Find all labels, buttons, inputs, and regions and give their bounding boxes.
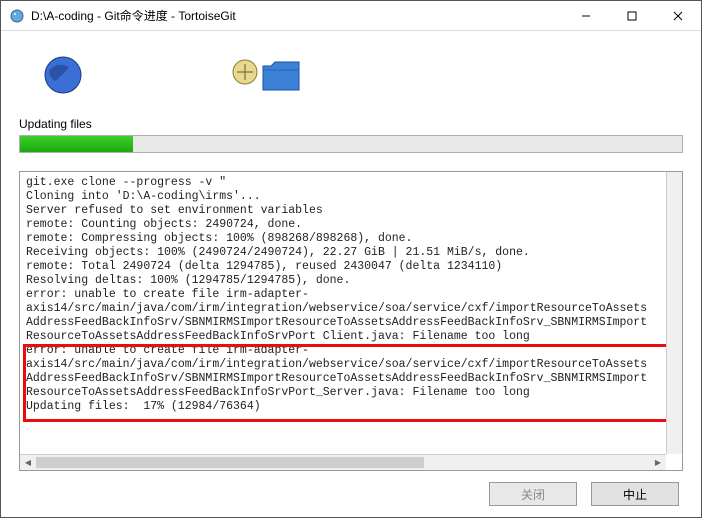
window-title: D:\A-coding - Git命令进度 - TortoiseGit <box>31 7 563 24</box>
close-button: 关闭 <box>489 482 577 506</box>
dialog-window: D:\A-coding - Git命令进度 - TortoiseGit Upda… <box>0 0 702 518</box>
content-area: Updating files git.exe clone --progress … <box>1 31 701 517</box>
log-output[interactable]: git.exe clone --progress -v " Cloning in… <box>19 171 683 471</box>
horizontal-scrollbar[interactable]: ◀ ▶ <box>20 454 666 470</box>
scroll-thumb[interactable] <box>36 457 424 468</box>
tortoisegit-icon <box>9 8 25 24</box>
status-label: Updating files <box>19 117 683 131</box>
abort-button[interactable]: 中止 <box>591 482 679 506</box>
minimize-button[interactable] <box>563 1 609 30</box>
log-text: git.exe clone --progress -v " Cloning in… <box>22 174 680 416</box>
progress-bar <box>19 135 683 153</box>
icon-row <box>19 41 683 111</box>
folder-transfer-icon <box>227 50 307 103</box>
button-row: 关闭 中止 <box>19 471 683 517</box>
maximize-button[interactable] <box>609 1 655 30</box>
scroll-left-icon[interactable]: ◀ <box>20 455 36 470</box>
window-controls <box>563 1 701 30</box>
progress-fill <box>20 136 133 152</box>
titlebar: D:\A-coding - Git命令进度 - TortoiseGit <box>1 1 701 31</box>
vertical-scrollbar[interactable] <box>666 172 682 454</box>
scroll-right-icon[interactable]: ▶ <box>650 455 666 470</box>
close-window-button[interactable] <box>655 1 701 30</box>
globe-icon <box>39 51 87 102</box>
